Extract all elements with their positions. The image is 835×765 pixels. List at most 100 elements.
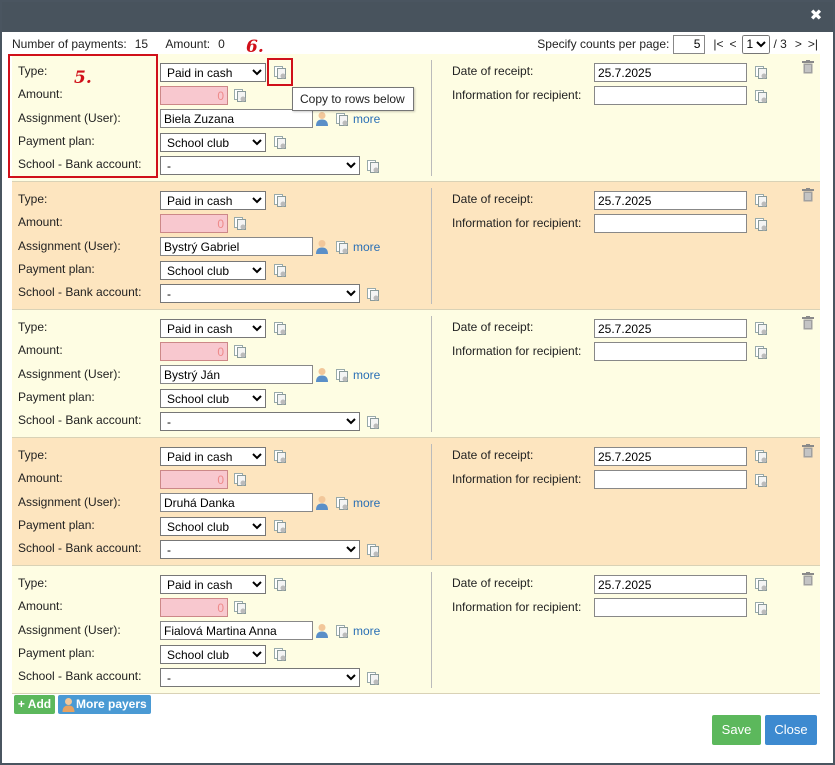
trash-icon[interactable] — [802, 444, 814, 458]
copy-icon[interactable] — [366, 287, 381, 302]
more-link[interactable]: more — [353, 240, 380, 254]
copy-icon[interactable] — [366, 671, 381, 686]
next-page-button[interactable]: > — [795, 37, 802, 51]
copy-icon[interactable] — [273, 449, 288, 464]
copy-icon[interactable] — [366, 159, 381, 174]
assignment-label: Assignment (User): — [18, 495, 121, 509]
payment-plan-select[interactable]: School club — [160, 261, 266, 280]
last-page-button[interactable]: >| — [808, 37, 818, 51]
user-icon[interactable] — [315, 623, 329, 638]
copy-icon[interactable] — [754, 217, 769, 232]
bank-account-select[interactable]: - — [160, 412, 360, 431]
copy-icon[interactable] — [273, 577, 288, 592]
payment-plan-select[interactable]: School club — [160, 133, 266, 152]
copy-icon[interactable] — [754, 65, 769, 80]
payment-plan-select[interactable]: School club — [160, 389, 266, 408]
close-button[interactable]: Close — [765, 715, 817, 745]
copy-icon[interactable] — [754, 321, 769, 336]
amount-input[interactable] — [160, 86, 228, 105]
save-button[interactable]: Save — [712, 715, 761, 745]
copy-icon[interactable] — [754, 89, 769, 104]
pager: Specify counts per page: |< < 1 / 3 > >| — [537, 34, 821, 54]
date-of-receipt-input[interactable] — [594, 447, 747, 466]
bank-account-select[interactable]: - — [160, 284, 360, 303]
copy-icon[interactable] — [754, 601, 769, 616]
copy-icon[interactable] — [335, 368, 350, 383]
amount-input[interactable] — [160, 342, 228, 361]
copy-icon[interactable] — [754, 449, 769, 464]
user-icon[interactable] — [315, 495, 329, 510]
copy-icon[interactable] — [233, 600, 248, 615]
bank-account-select[interactable]: - — [160, 156, 360, 175]
copy-icon[interactable] — [273, 391, 288, 406]
copy-icon[interactable] — [335, 240, 350, 255]
more-link[interactable]: more — [353, 368, 380, 382]
type-select[interactable]: Paid in cash — [160, 191, 266, 210]
user-input[interactable] — [160, 109, 313, 128]
user-input[interactable] — [160, 493, 313, 512]
copy-icon[interactable] — [754, 345, 769, 360]
copy-icon[interactable] — [335, 112, 350, 127]
info-recipient-input[interactable] — [594, 86, 747, 105]
per-page-input[interactable] — [673, 34, 706, 54]
user-icon[interactable] — [315, 367, 329, 382]
user-input[interactable] — [160, 621, 313, 640]
copy-icon[interactable] — [335, 624, 350, 639]
copy-icon[interactable] — [366, 415, 381, 430]
copy-icon[interactable] — [233, 344, 248, 359]
date-of-receipt-input[interactable] — [594, 319, 747, 338]
info-recipient-input[interactable] — [594, 598, 747, 617]
amount-input[interactable] — [160, 470, 228, 489]
copy-icon[interactable] — [366, 543, 381, 558]
copy-icon[interactable] — [273, 135, 288, 150]
copy-icon[interactable] — [233, 216, 248, 231]
trash-icon[interactable] — [802, 60, 814, 74]
trash-icon[interactable] — [802, 188, 814, 202]
copy-icon[interactable] — [273, 263, 288, 278]
info-recipient-input[interactable] — [594, 342, 747, 361]
add-button[interactable]: + Add — [14, 695, 55, 714]
copy-icon[interactable] — [754, 577, 769, 592]
user-input[interactable] — [160, 365, 313, 384]
user-input[interactable] — [160, 237, 313, 256]
amount-input[interactable] — [160, 598, 228, 617]
user-icon[interactable] — [315, 239, 329, 254]
copy-icon[interactable] — [273, 193, 288, 208]
copy-icon[interactable] — [233, 472, 248, 487]
copy-icon[interactable] — [273, 647, 288, 662]
page-select[interactable]: 1 — [741, 34, 770, 54]
copy-icon[interactable] — [233, 88, 248, 103]
bank-account-select[interactable]: - — [160, 668, 360, 687]
user-icon[interactable] — [315, 111, 329, 126]
info-recipient-input[interactable] — [594, 214, 747, 233]
copy-icon[interactable] — [754, 193, 769, 208]
more-link[interactable]: more — [353, 624, 380, 638]
more-link[interactable]: more — [353, 496, 380, 510]
copy-icon[interactable] — [754, 473, 769, 488]
type-select[interactable]: Paid in cash — [160, 447, 266, 466]
type-select[interactable]: Paid in cash — [160, 319, 266, 338]
amount-input[interactable] — [160, 214, 228, 233]
copy-icon[interactable] — [273, 65, 288, 80]
close-icon[interactable]: ✖ — [807, 7, 825, 25]
copy-icon[interactable] — [335, 496, 350, 511]
trash-icon[interactable] — [802, 316, 814, 330]
type-select[interactable]: Paid in cash — [160, 63, 266, 82]
payments-summary: Number of payments: 15 Amount: 0 — [12, 37, 233, 51]
info-recipient-input[interactable] — [594, 470, 747, 489]
bank-account-select[interactable]: - — [160, 540, 360, 559]
date-of-receipt-input[interactable] — [594, 63, 747, 82]
more-payers-button[interactable]: More payers — [58, 695, 151, 714]
copy-icon[interactable] — [273, 519, 288, 534]
prev-page-button[interactable]: < — [730, 37, 737, 51]
payment-plan-select[interactable]: School club — [160, 517, 266, 536]
payment-plan-select[interactable]: School club — [160, 645, 266, 664]
date-of-receipt-input[interactable] — [594, 191, 747, 210]
more-link[interactable]: more — [353, 112, 380, 126]
type-select[interactable]: Paid in cash — [160, 575, 266, 594]
date-of-receipt-input[interactable] — [594, 575, 747, 594]
copy-icon[interactable] — [273, 321, 288, 336]
info-recipient-label: Information for recipient: — [452, 88, 582, 102]
trash-icon[interactable] — [802, 572, 814, 586]
first-page-button[interactable]: |< — [713, 37, 723, 51]
